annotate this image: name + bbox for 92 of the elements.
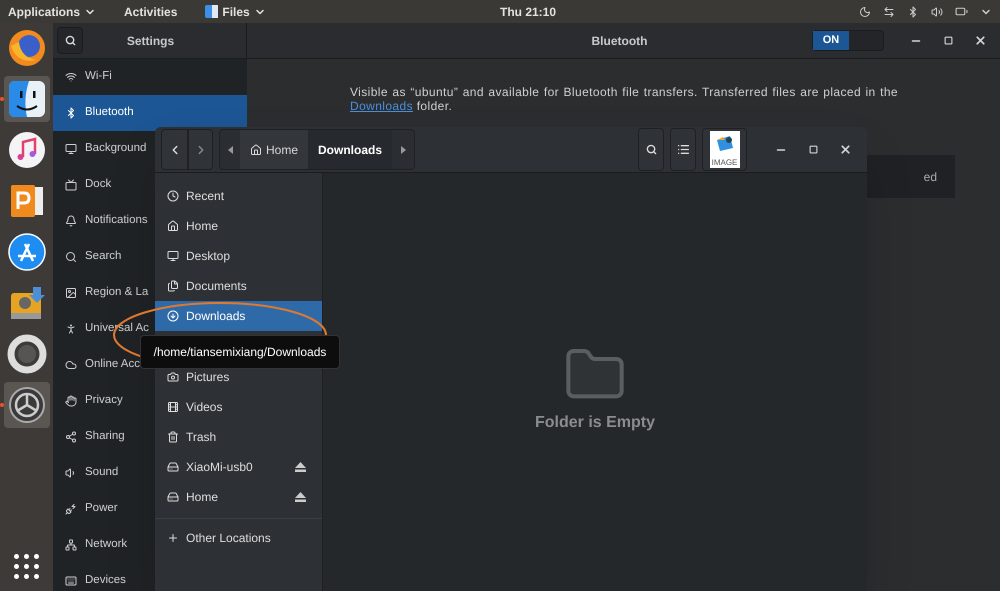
download-icon — [167, 310, 179, 322]
list-view-button[interactable] — [670, 128, 696, 171]
path-tooltip: /home/tiansemixiang/Downloads — [140, 335, 340, 369]
empty-folder-message: Folder is Empty — [534, 413, 656, 433]
photo-icon — [714, 134, 734, 152]
search-icon — [64, 35, 76, 46]
search-button[interactable] — [57, 27, 83, 54]
plug-icon — [65, 503, 77, 515]
places-item[interactable]: XiaoMi-usb0 — [155, 452, 322, 482]
monitor-icon — [65, 143, 77, 155]
moon-icon[interactable] — [859, 6, 871, 18]
places-item[interactable]: Home — [155, 211, 322, 241]
top-bar-menu[interactable]: Files — [205, 2, 266, 20]
app-store-icon — [6, 232, 46, 272]
places-item[interactable]: Desktop — [155, 241, 322, 271]
search-icon — [646, 144, 656, 155]
running-indicator-icon — [0, 403, 4, 407]
places-item[interactable]: Documents — [155, 271, 322, 301]
share-icon — [65, 431, 77, 443]
sidebar-item[interactable]: Dock — [53, 167, 116, 203]
clock-icon — [167, 190, 179, 202]
downloads-link[interactable]: Downloads — [350, 99, 413, 113]
speaker-icon — [65, 467, 77, 479]
places-item[interactable]: Home — [155, 482, 322, 512]
maximize-icon — [808, 145, 818, 154]
bluetooth-icon[interactable] — [907, 6, 919, 18]
trash-icon — [167, 431, 179, 443]
bell-icon — [65, 215, 77, 227]
arrows-icon[interactable] — [883, 6, 895, 18]
documents-icon — [167, 280, 179, 292]
sidebar-item[interactable]: Privacy — [53, 383, 127, 419]
sidebar-item[interactable]: Background — [53, 131, 150, 167]
image-file-button[interactable]: IMAGE — [702, 128, 747, 171]
music-note-icon — [6, 130, 46, 170]
drive-icon — [167, 491, 179, 503]
plus-icon — [167, 532, 179, 544]
cloud-icon — [65, 359, 77, 371]
places-item[interactable]: Videos — [155, 392, 322, 422]
picture-frame-icon — [65, 287, 77, 299]
bluetooth-description: Visible as “ubuntu” and available for Bluetooth file transfers. Transferred files are placed in the Downloads folder. — [350, 85, 898, 113]
places-item[interactable]: Trash — [155, 422, 322, 452]
monitor-icon — [167, 250, 179, 262]
home-icon — [167, 220, 179, 232]
sidebar-item[interactable]: Region & La — [53, 275, 152, 311]
clock[interactable]: Thu 21:10 — [500, 2, 556, 20]
home-icon — [250, 144, 262, 156]
maximize-icon — [944, 36, 952, 45]
battery-icon[interactable] — [955, 5, 968, 18]
eject-icon[interactable] — [295, 492, 306, 502]
sidebar-item[interactable]: Sharing — [53, 419, 129, 455]
panel-text: ed — [924, 168, 937, 186]
film-icon — [167, 401, 179, 413]
eject-icon[interactable] — [295, 462, 306, 472]
keyboard-icon — [65, 575, 77, 587]
page-title: Bluetooth — [590, 32, 648, 50]
places-item[interactable]: Recent — [155, 181, 322, 211]
right-triangle-icon — [400, 146, 406, 154]
search-button[interactable] — [638, 128, 664, 171]
lifebuoy-icon — [6, 334, 46, 374]
drive-icon — [167, 461, 179, 473]
sidebar-item[interactable]: Notifications — [53, 203, 152, 239]
top-bar-menu[interactable]: Activities — [124, 2, 178, 20]
close-icon — [838, 143, 852, 156]
running-indicator-icon — [0, 97, 4, 101]
bluetooth-icon — [65, 107, 77, 119]
bluetooth-switch[interactable]: ON — [812, 30, 884, 51]
sidebar-item[interactable]: Network — [53, 527, 132, 563]
sidebar-item[interactable]: Search — [53, 239, 126, 275]
sidebar-item[interactable]: Wi-Fi — [53, 59, 116, 95]
camera-icon — [167, 371, 179, 383]
gear-icon — [6, 385, 46, 425]
search-icon — [65, 251, 77, 263]
browser-globe-icon — [6, 28, 46, 68]
path-button[interactable]: Downloads — [308, 130, 392, 169]
sidebar-item[interactable]: Sound — [53, 455, 122, 491]
list-icon — [676, 143, 690, 156]
places-item[interactable]: Downloads — [155, 301, 322, 331]
other-locations-item[interactable]: Other Locations — [155, 523, 322, 553]
hand-icon — [65, 395, 77, 407]
screen-icon — [65, 179, 77, 191]
window-title: Settings — [126, 32, 176, 50]
person-icon — [65, 323, 77, 335]
top-bar-menu[interactable]: Applications — [8, 2, 96, 20]
sidebar-item[interactable]: Power — [53, 491, 122, 527]
close-icon — [974, 34, 986, 47]
left-triangle-icon — [228, 146, 232, 154]
sidebar-item[interactable]: Devices — [53, 563, 130, 591]
path-button[interactable]: Home — [240, 130, 308, 169]
thumbnail-label: IMAGE — [712, 159, 738, 167]
speaker-icon[interactable] — [931, 6, 943, 18]
network-icon — [65, 539, 77, 551]
sidebar-item[interactable]: Bluetooth — [53, 95, 247, 131]
